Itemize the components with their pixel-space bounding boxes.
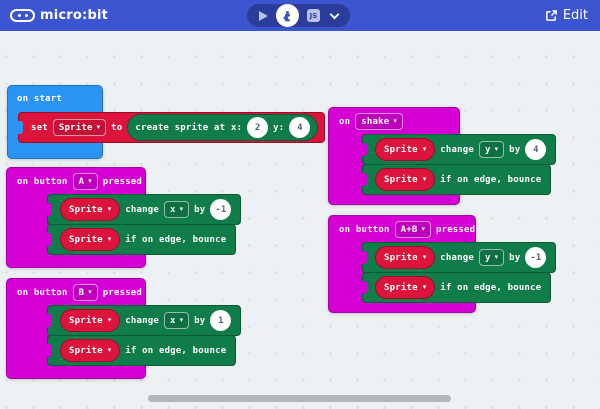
gesture-dropdown[interactable]: shake ▾ bbox=[355, 113, 403, 130]
play-button[interactable] bbox=[259, 11, 268, 21]
variable-sprite-dropdown[interactable]: Sprite ▾ bbox=[375, 276, 435, 299]
chevron-down-icon: ▾ bbox=[108, 317, 112, 324]
block-label: on button bbox=[17, 288, 68, 298]
chevron-down-icon: ▾ bbox=[423, 176, 427, 183]
block-on-start[interactable]: on start set Sprite ▾ to create sprite a… bbox=[7, 85, 103, 159]
axis-dropdown[interactable]: y ▾ bbox=[479, 141, 504, 158]
y-number-input[interactable]: 4 bbox=[289, 117, 310, 138]
to-label: to bbox=[111, 123, 122, 133]
y-label: y: bbox=[273, 123, 284, 133]
puzzle-icon bbox=[281, 9, 294, 22]
variable-sprite-dropdown[interactable]: Sprite ▾ bbox=[60, 228, 120, 251]
variable-sprite-dropdown[interactable]: Sprite ▾ bbox=[375, 138, 435, 161]
number-input[interactable]: 4 bbox=[525, 139, 546, 160]
block-sprite-change-x[interactable]: Sprite ▾ change x ▾ by -1 bbox=[47, 194, 241, 225]
external-link-icon bbox=[545, 9, 558, 22]
editor-toggle-toolbar: JS bbox=[247, 4, 350, 27]
block-label: on bbox=[339, 117, 350, 127]
block-sprite-bounce[interactable]: Sprite ▾ if on edge, bounce bbox=[362, 272, 551, 303]
chevron-down-icon: ▾ bbox=[97, 124, 101, 131]
chevron-down-icon: ▾ bbox=[423, 254, 427, 261]
variable-sprite-dropdown[interactable]: Sprite ▾ bbox=[60, 339, 120, 362]
variable-sprite-dropdown[interactable]: Sprite ▾ bbox=[375, 246, 435, 269]
block-sprite-change-x[interactable]: Sprite ▾ change x ▾ by 1 bbox=[47, 305, 241, 336]
block-on-button-ab[interactable]: on button A+B ▾ pressed Sprite ▾ change … bbox=[328, 215, 476, 313]
button-dropdown[interactable]: A+B ▾ bbox=[395, 221, 431, 238]
javascript-view-button[interactable]: JS bbox=[307, 9, 320, 22]
chevron-down-icon: ▾ bbox=[423, 284, 427, 291]
number-input[interactable]: 1 bbox=[210, 310, 231, 331]
chevron-down-icon: ▾ bbox=[423, 146, 427, 153]
js-label: JS bbox=[310, 12, 318, 20]
block-sprite-bounce[interactable]: Sprite ▾ if on edge, bounce bbox=[362, 164, 551, 195]
chevron-down-icon: ▾ bbox=[495, 146, 499, 153]
block-set-variable[interactable]: set Sprite ▾ to create sprite at x: 2 y:… bbox=[18, 112, 325, 143]
chevron-down-icon: ▾ bbox=[180, 206, 184, 213]
block-label: pressed bbox=[103, 177, 142, 187]
set-label: set bbox=[31, 123, 48, 133]
chevron-down-icon[interactable] bbox=[330, 9, 340, 19]
variable-dropdown[interactable]: Sprite ▾ bbox=[53, 119, 106, 136]
app-header: micro:bit JS Edit bbox=[0, 0, 600, 31]
horizontal-scrollbar[interactable] bbox=[148, 395, 451, 402]
number-input[interactable]: -1 bbox=[210, 199, 231, 220]
microbit-logo[interactable]: micro:bit bbox=[10, 0, 108, 31]
block-sprite-change-y[interactable]: Sprite ▾ change y ▾ by 4 bbox=[362, 134, 556, 165]
block-label: on button bbox=[339, 225, 390, 235]
block-sprite-change-y[interactable]: Sprite ▾ change y ▾ by -1 bbox=[362, 242, 556, 273]
chevron-down-icon: ▾ bbox=[495, 254, 499, 261]
chevron-down-icon: ▾ bbox=[421, 226, 425, 233]
chevron-down-icon: ▾ bbox=[393, 118, 397, 125]
block-sprite-bounce[interactable]: Sprite ▾ if on edge, bounce bbox=[47, 335, 236, 366]
blocks-workspace[interactable]: on start set Sprite ▾ to create sprite a… bbox=[0, 31, 600, 409]
block-label: pressed bbox=[436, 225, 475, 235]
block-sprite-bounce[interactable]: Sprite ▾ if on edge, bounce bbox=[47, 224, 236, 255]
chevron-down-icon: ▾ bbox=[180, 317, 184, 324]
block-create-sprite[interactable]: create sprite at x: 2 y: 4 bbox=[127, 114, 318, 141]
axis-dropdown[interactable]: x ▾ bbox=[164, 312, 189, 329]
brand-title: micro:bit bbox=[40, 8, 108, 23]
block-label: pressed bbox=[103, 288, 142, 298]
axis-dropdown[interactable]: x ▾ bbox=[164, 201, 189, 218]
block-on-shake[interactable]: on shake ▾ Sprite ▾ change y ▾ by 4 bbox=[328, 107, 460, 205]
block-on-button-b[interactable]: on button B ▾ pressed Sprite ▾ change x … bbox=[6, 278, 146, 379]
variable-sprite-dropdown[interactable]: Sprite ▾ bbox=[60, 309, 120, 332]
edit-button[interactable]: Edit bbox=[545, 0, 588, 31]
block-label: on start bbox=[8, 86, 102, 104]
microbit-face-icon bbox=[10, 9, 35, 22]
block-label: on button bbox=[17, 177, 68, 187]
edit-label: Edit bbox=[563, 8, 588, 23]
axis-dropdown[interactable]: y ▾ bbox=[479, 249, 504, 266]
chevron-down-icon: ▾ bbox=[108, 236, 112, 243]
blocks-view-button[interactable] bbox=[276, 4, 299, 27]
block-on-button-a[interactable]: on button A ▾ pressed Sprite ▾ change x … bbox=[6, 167, 146, 268]
variable-sprite-dropdown[interactable]: Sprite ▾ bbox=[375, 168, 435, 191]
variable-sprite-dropdown[interactable]: Sprite ▾ bbox=[60, 198, 120, 221]
create-sprite-label: create sprite at x: bbox=[135, 123, 242, 133]
chevron-down-icon: ▾ bbox=[88, 289, 92, 296]
button-dropdown[interactable]: B ▾ bbox=[73, 284, 98, 301]
button-dropdown[interactable]: A ▾ bbox=[73, 173, 98, 190]
chevron-down-icon: ▾ bbox=[88, 178, 92, 185]
x-number-input[interactable]: 2 bbox=[247, 117, 268, 138]
number-input[interactable]: -1 bbox=[525, 247, 546, 268]
chevron-down-icon: ▾ bbox=[108, 347, 112, 354]
chevron-down-icon: ▾ bbox=[108, 206, 112, 213]
